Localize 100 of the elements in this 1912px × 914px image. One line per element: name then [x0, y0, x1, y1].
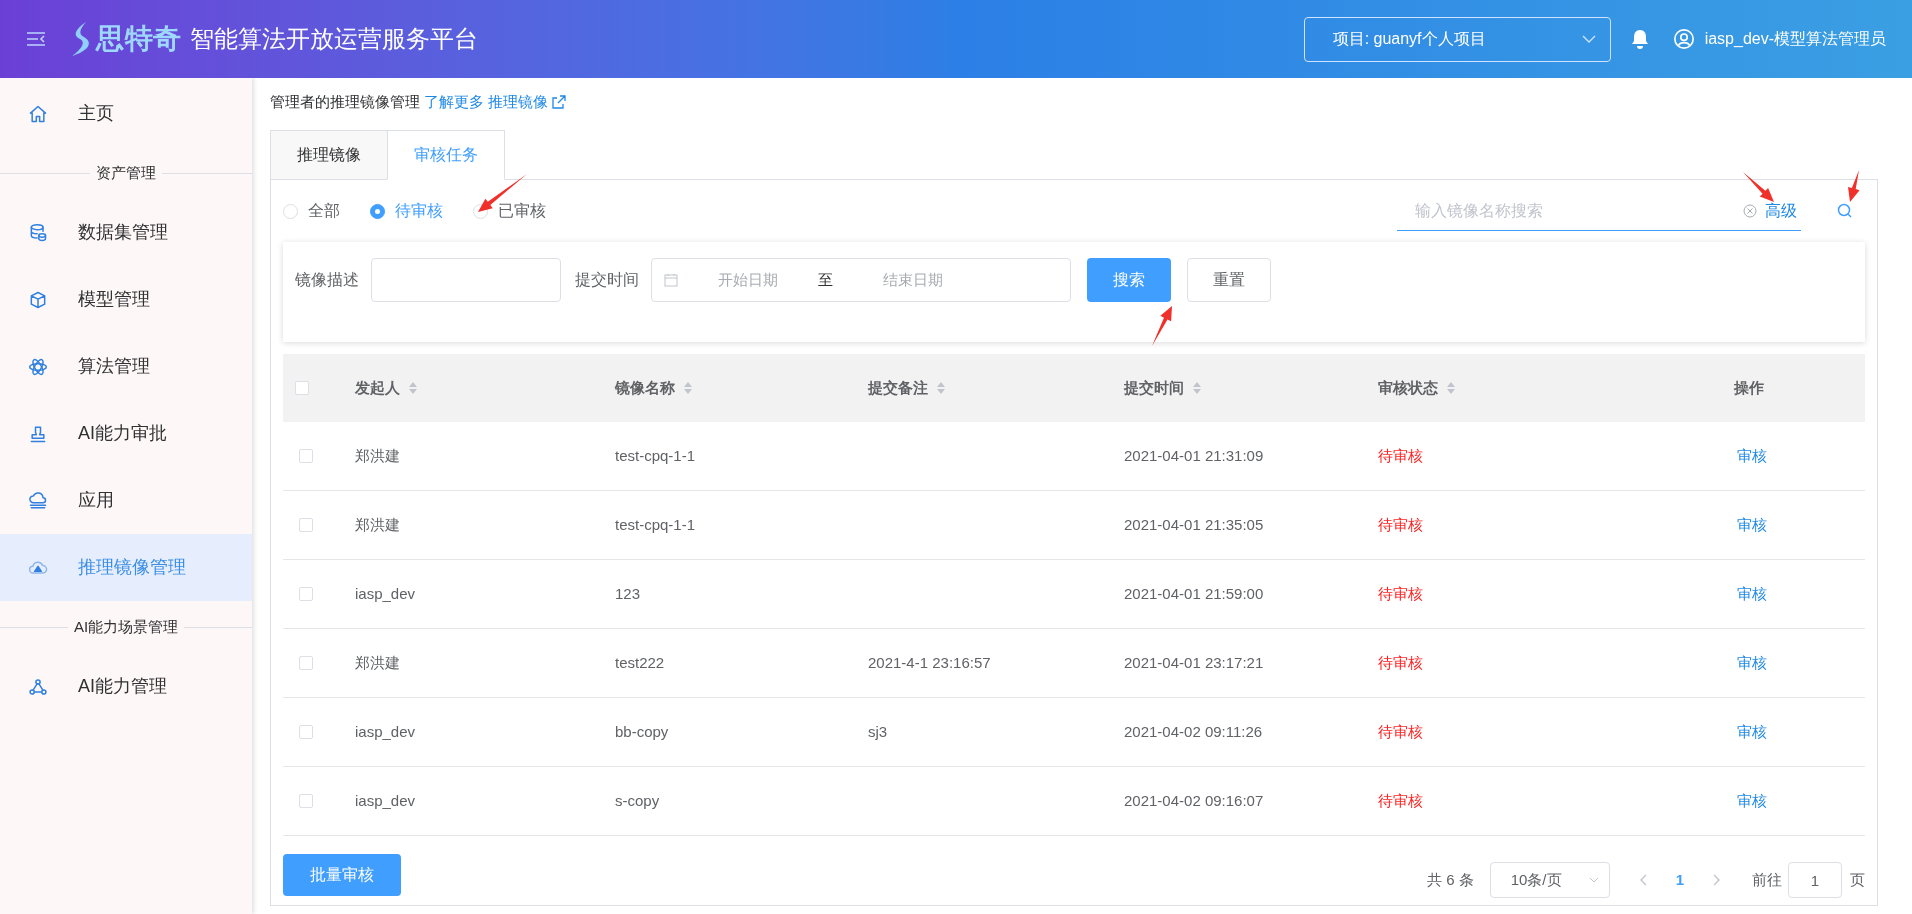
- review-link[interactable]: 审核: [1737, 446, 1767, 464]
- column-header[interactable]: 审核状态: [1378, 376, 1438, 400]
- table-cell: 2021-04-01 21:35:05: [1124, 515, 1264, 533]
- chevron-down-icon: [1581, 34, 1596, 44]
- table-cell: 郑洪建: [355, 446, 400, 464]
- date-range-field[interactable]: 开始日期 至 结束日期: [651, 258, 1071, 302]
- atom-icon: [28, 356, 48, 377]
- database-icon: [28, 222, 48, 243]
- checkbox[interactable]: [299, 794, 313, 808]
- checkbox[interactable]: [299, 587, 313, 601]
- reset-button[interactable]: 重置: [1187, 258, 1271, 302]
- table-cell: 2021-04-02 09:16:07: [1124, 791, 1264, 809]
- table-cell: bb-copy: [615, 722, 669, 740]
- advanced-link[interactable]: 高级: [1765, 198, 1797, 223]
- goto-label: 前往: [1752, 869, 1782, 890]
- clear-icon[interactable]: [1743, 203, 1757, 218]
- sidebar-item[interactable]: 算法管理: [0, 333, 252, 400]
- field-label: 提交时间: [575, 270, 639, 290]
- sidebar-item[interactable]: 推理镜像管理: [0, 534, 252, 601]
- status-label: 待审核: [1378, 584, 1423, 602]
- column-header[interactable]: 发起人: [355, 376, 400, 400]
- status-label: 待审核: [1378, 653, 1423, 671]
- column-header[interactable]: 操作: [1734, 376, 1764, 400]
- sidebar-item[interactable]: 应用: [0, 467, 252, 534]
- menu-icon[interactable]: [26, 31, 46, 47]
- search-field[interactable]: 输入镜像名称搜索 高级: [1397, 191, 1801, 231]
- status-label: 待审核: [1378, 791, 1423, 809]
- total-count: 共 6 条: [1426, 869, 1474, 890]
- intro-text: 管理者的推理镜像管理: [270, 91, 420, 112]
- cube-icon: [28, 289, 48, 310]
- batch-review-button[interactable]: 批量审核: [283, 854, 401, 896]
- sort-icon: [1192, 381, 1202, 395]
- table-cell: test222: [615, 653, 665, 671]
- next-page-icon[interactable]: [1712, 874, 1720, 886]
- previous-page-icon[interactable]: [1639, 874, 1648, 886]
- checkbox[interactable]: [299, 518, 313, 532]
- network-icon: [28, 676, 48, 697]
- radio-option[interactable]: 待审核: [370, 199, 443, 223]
- tab[interactable]: 推理镜像: [270, 130, 388, 180]
- bell-icon[interactable]: [1630, 29, 1649, 49]
- sort-icon: [408, 381, 418, 395]
- table-cell: 2021-04-01 21:31:09: [1124, 446, 1264, 464]
- status-label: 待审核: [1378, 722, 1423, 740]
- section-label: 资产管理: [95, 162, 157, 183]
- status-label: 待审核: [1378, 446, 1423, 464]
- table-cell: iasp_dev: [355, 791, 416, 809]
- review-link[interactable]: 审核: [1737, 653, 1767, 671]
- sidebar-item[interactable]: 主页: [0, 80, 252, 147]
- table-cell: 郑洪建: [355, 515, 400, 533]
- table-cell: 2021-04-01 21:59:00: [1124, 584, 1264, 602]
- table-cell: 2021-04-01 23:17:21: [1124, 653, 1264, 671]
- sort-icon: [936, 381, 946, 395]
- user-name[interactable]: iasp_dev-模型算法管理员: [1704, 27, 1886, 51]
- search-button[interactable]: 搜索: [1087, 258, 1171, 302]
- app-title: 智能算法开放运营服务平台: [190, 24, 479, 54]
- table-cell: 2021-4-1 23:16:57: [868, 653, 991, 671]
- sort-icon: [1446, 381, 1456, 395]
- table-cell: 2021-04-02 09:11:26: [1124, 722, 1263, 740]
- table-cell: iasp_dev: [355, 722, 416, 740]
- tab[interactable]: 审核任务: [387, 130, 505, 180]
- review-link[interactable]: 审核: [1737, 791, 1767, 809]
- range-separator: 至: [818, 269, 833, 290]
- table-cell: iasp_dev: [355, 584, 416, 602]
- radio-option[interactable]: 全部: [283, 199, 340, 223]
- sidebar-item[interactable]: 数据集管理: [0, 199, 252, 266]
- column-header[interactable]: 提交备注: [868, 376, 928, 400]
- table-cell: 郑洪建: [355, 653, 400, 671]
- sidebar-item[interactable]: AI能力审批: [0, 400, 252, 467]
- checkbox[interactable]: [299, 725, 313, 739]
- review-link[interactable]: 审核: [1737, 722, 1767, 740]
- sidebar-item[interactable]: AI能力管理: [0, 653, 252, 720]
- description-field[interactable]: [371, 258, 561, 302]
- section-label: AI能力场景管理: [72, 616, 180, 637]
- learn-more-link[interactable]: 了解更多 推理镜像: [424, 90, 567, 114]
- status-label: 待审核: [1378, 515, 1423, 533]
- external-link-icon: [552, 95, 567, 109]
- sidebar-item[interactable]: 模型管理: [0, 266, 252, 333]
- checkbox[interactable]: [299, 656, 313, 670]
- table-cell: s-copy: [615, 791, 660, 809]
- calendar-icon: [664, 273, 678, 287]
- home-icon: [28, 103, 48, 124]
- table-cell: test-cpq-1-1: [615, 446, 696, 464]
- column-header[interactable]: 提交时间: [1124, 376, 1184, 400]
- checkbox[interactable]: [295, 381, 309, 395]
- page-input[interactable]: 1: [1788, 862, 1842, 898]
- review-link[interactable]: 审核: [1737, 515, 1767, 533]
- checkbox[interactable]: [299, 449, 313, 463]
- table-cell: test-cpq-1-1: [615, 515, 696, 533]
- column-header[interactable]: 镜像名称: [615, 376, 675, 400]
- start-date-field[interactable]: 开始日期: [678, 268, 818, 292]
- chevron-down-icon: [1588, 877, 1599, 883]
- user-icon[interactable]: [1672, 28, 1695, 50]
- brand-name: 思特奇: [96, 22, 183, 56]
- page-size-select[interactable]: 10条/页: [1489, 862, 1610, 898]
- search-icon[interactable]: [1837, 203, 1853, 219]
- page-number[interactable]: 1: [1675, 868, 1684, 892]
- end-date-field[interactable]: 结束日期: [833, 268, 993, 292]
- project-select[interactable]: 项目: guanyf个人项目: [1303, 16, 1611, 62]
- goto-suffix: 页: [1850, 869, 1865, 890]
- review-link[interactable]: 审核: [1737, 584, 1767, 602]
